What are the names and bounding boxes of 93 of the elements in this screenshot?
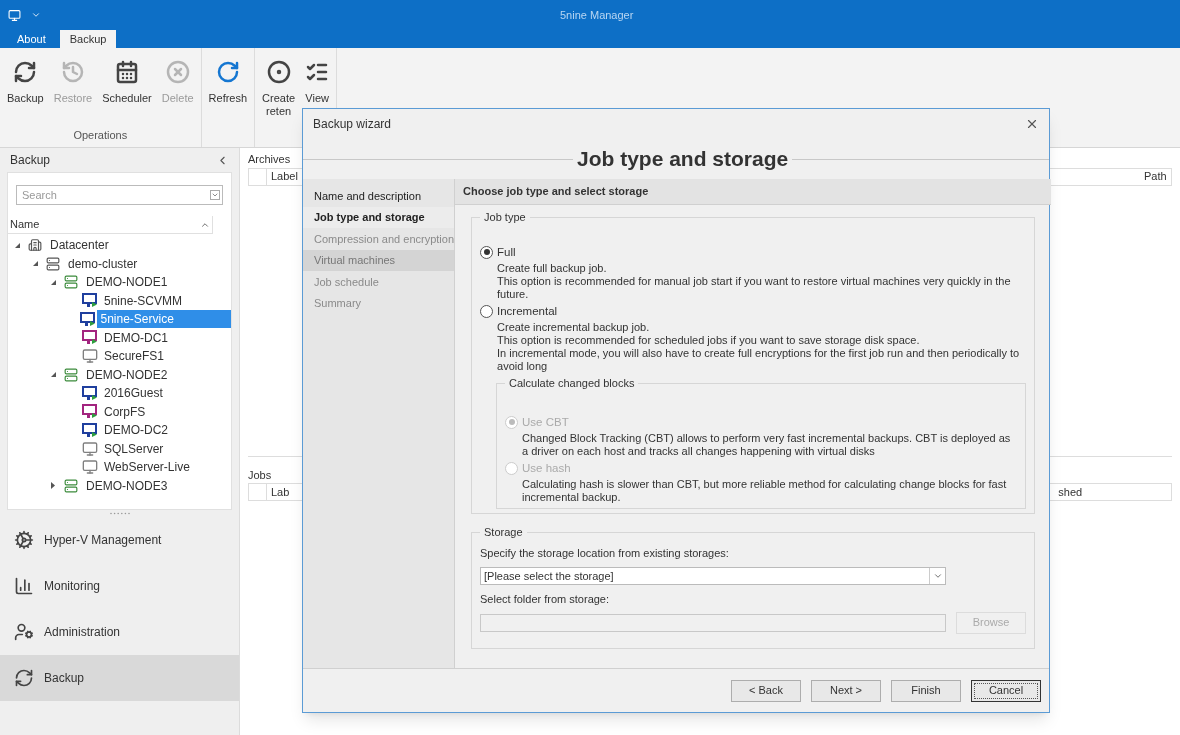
tree-item[interactable]: 5nine-SCVMM xyxy=(100,291,187,310)
group-title: Calculate changed blocks xyxy=(508,376,636,391)
tree-item[interactable]: DEMO-DC1 xyxy=(100,328,172,347)
dialog-title: Backup wizard xyxy=(313,116,392,133)
server-icon xyxy=(64,275,78,290)
user-gear-icon xyxy=(14,622,34,642)
tree-item[interactable]: CorpFS xyxy=(100,402,150,421)
radio-label: Full xyxy=(497,244,516,260)
expanded-arrow-icon[interactable] xyxy=(50,278,57,286)
collapsed-arrow-icon[interactable] xyxy=(50,482,57,490)
group-title: Job type xyxy=(483,210,527,225)
app-icon[interactable] xyxy=(8,8,21,22)
sync-icon xyxy=(13,60,38,84)
ribbon-group-label: Operations xyxy=(72,127,129,143)
running-vm-icon xyxy=(82,293,98,309)
group-title: Storage xyxy=(483,525,524,540)
column-header[interactable]: Lab xyxy=(267,483,290,501)
tree-item[interactable]: DEMO-DC2 xyxy=(100,421,172,440)
panel-header: Choose job type and select storage xyxy=(455,179,1052,205)
panel-title: Backup xyxy=(10,152,51,169)
radio-label: Use CBT xyxy=(522,414,569,430)
bar-chart-icon xyxy=(14,576,34,596)
delete-icon xyxy=(165,60,190,84)
window-title: 5nine Manager xyxy=(560,8,634,23)
tree-item[interactable]: demo-cluster xyxy=(64,254,142,273)
ribbon-button[interactable]: Scheduler xyxy=(97,54,157,127)
dialog-button[interactable]: Finish xyxy=(891,679,961,702)
tree-item[interactable]: 2016Guest xyxy=(100,384,167,403)
running-vm-icon xyxy=(80,311,97,327)
radio-button[interactable] xyxy=(480,245,494,259)
grip-icon[interactable] xyxy=(108,512,131,515)
section-title: Archives xyxy=(248,152,291,167)
option-description: This option is recommended for scheduled jobs if you want to save storage disk space. xyxy=(497,334,921,347)
sync-icon xyxy=(14,668,34,688)
radio-label: Incremental xyxy=(497,303,558,319)
target-icon xyxy=(266,60,291,84)
option-description: Create full backup job. xyxy=(497,261,608,275)
ribbon-button[interactable]: Create reten xyxy=(257,54,301,147)
dialog-button[interactable]: < Back xyxy=(731,679,801,702)
running-vm-icon xyxy=(82,422,98,438)
calendar-icon xyxy=(115,60,139,84)
folder-field[interactable] xyxy=(480,613,947,632)
nav-item[interactable]: Monitoring xyxy=(0,563,239,609)
column-header[interactable]: shed xyxy=(1058,483,1083,501)
tree-item[interactable]: DEMO-NODE1 xyxy=(82,273,172,292)
dropdown-icon[interactable] xyxy=(31,10,41,20)
column-header[interactable]: Path xyxy=(1143,168,1167,185)
dialog-button[interactable]: Next > xyxy=(811,679,881,702)
option-description: This option is recommended for manual job start if you want to restore virtual machines very quickly in the future. xyxy=(497,274,1012,301)
expanded-arrow-icon[interactable] xyxy=(50,371,57,379)
field-label: Select folder from storage: xyxy=(480,592,611,607)
wizard-step[interactable]: Job type and storage xyxy=(303,206,455,228)
ribbon-tab[interactable]: About xyxy=(7,30,56,48)
gears-icon xyxy=(14,530,34,550)
building-icon xyxy=(28,238,42,253)
column-header[interactable]: Name xyxy=(10,216,40,233)
tree-item[interactable]: SecureFS1 xyxy=(100,347,169,366)
tree-item[interactable]: SQLServer xyxy=(100,439,168,458)
radio-button[interactable] xyxy=(480,304,494,318)
option-description: Changed Block Tracking (CBT) allows to perform very fast incremental backups. CBT is deployed as a driver on each host and tracks all changes happening with virtual disks xyxy=(522,431,1012,458)
storage-dropdown[interactable]: [Please select the storage] xyxy=(480,567,947,585)
expanded-arrow-icon[interactable] xyxy=(32,260,39,268)
option-description: Create incremental backup job. xyxy=(497,321,651,334)
tree-item[interactable]: DEMO-NODE2 xyxy=(82,365,172,384)
nav-item[interactable]: Backup xyxy=(0,655,239,701)
column-header[interactable]: Label xyxy=(267,168,298,185)
running-vm-icon xyxy=(82,385,98,401)
server-icon xyxy=(64,478,78,493)
option-description: In incremental mode, you will also have to create full encryptions for the first job run and then periodically to avoid long xyxy=(497,347,1021,373)
close-icon[interactable] xyxy=(1025,117,1039,131)
history-icon xyxy=(60,60,85,84)
option-description: Calculating hash is slower than CBT, but more reliable method for calculating change blocks for fast incremental backup. xyxy=(522,478,1008,504)
page-heading: Job type and storage xyxy=(576,146,790,173)
tree-item[interactable]: WebServer-Live xyxy=(100,458,194,477)
tree-item[interactable]: Datacenter xyxy=(46,236,113,255)
nav-item[interactable]: Administration xyxy=(0,609,239,655)
ribbon-tab[interactable]: Backup xyxy=(59,30,117,48)
dropdown-icon[interactable] xyxy=(932,571,943,581)
ribbon-button[interactable]: Refresh xyxy=(203,54,253,147)
refresh-icon xyxy=(215,60,240,84)
expanded-arrow-icon[interactable] xyxy=(14,241,21,249)
field-label: Specify the storage location from existing storages: xyxy=(480,545,730,561)
running-vm-icon xyxy=(82,330,98,346)
wizard-step[interactable]: Name and description xyxy=(303,185,455,207)
running-vm-icon xyxy=(82,404,98,420)
dialog-button[interactable]: Cancel xyxy=(971,679,1041,702)
nav-item[interactable]: Hyper-V Management xyxy=(0,517,239,563)
server-rack-icon xyxy=(46,256,60,271)
section-title: Jobs xyxy=(248,467,272,483)
server-icon xyxy=(64,367,78,382)
ribbon-button[interactable]: Backup xyxy=(2,54,49,127)
radio-label: Use hash xyxy=(522,460,571,476)
tree-item[interactable]: DEMO-NODE3 xyxy=(82,476,172,495)
